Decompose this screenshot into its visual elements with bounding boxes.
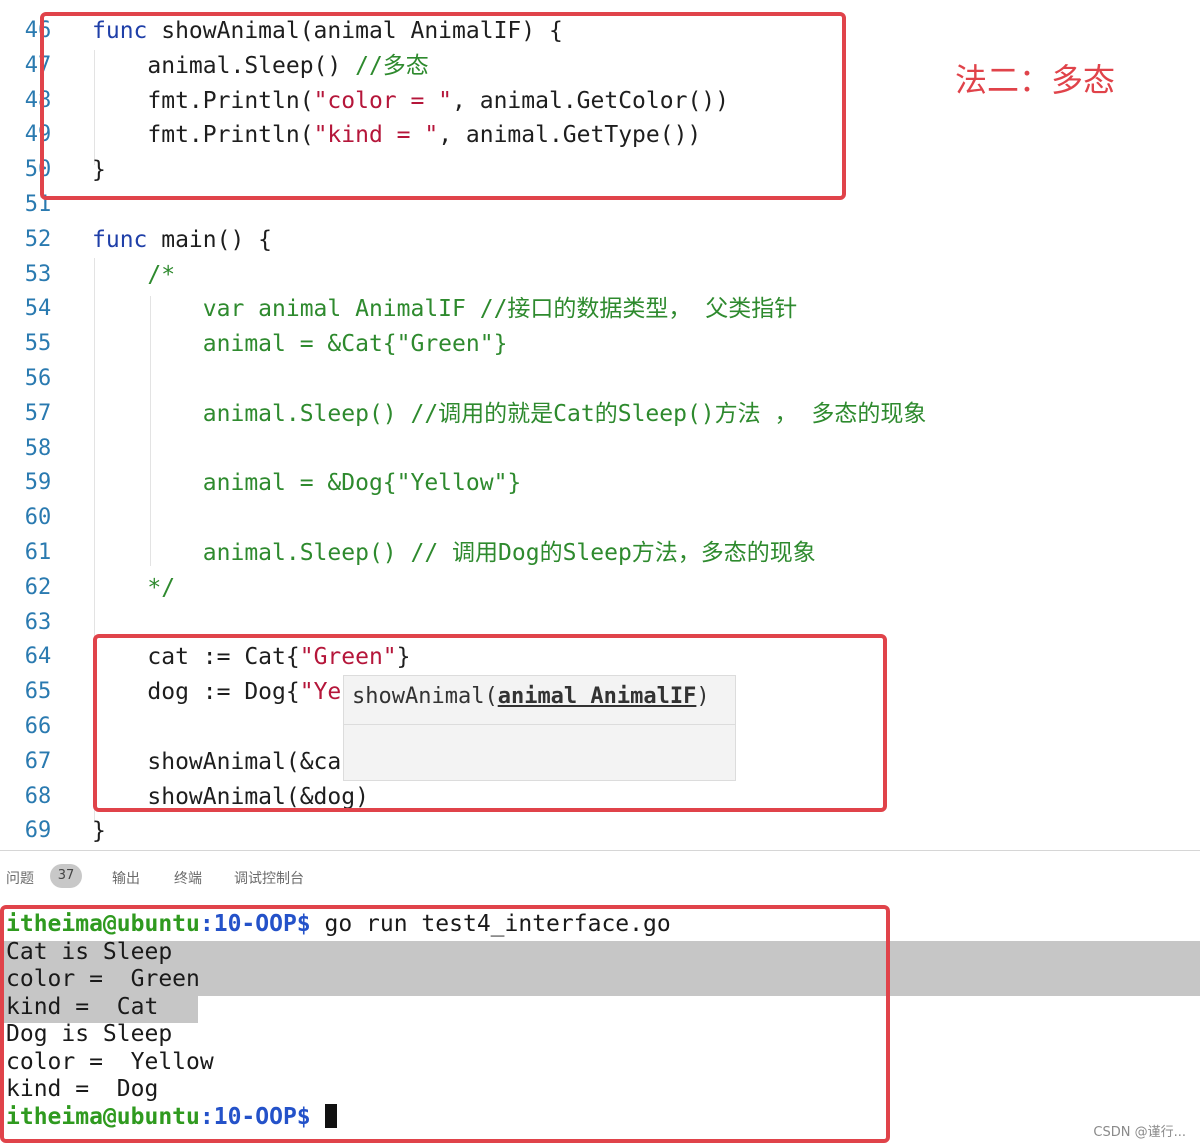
line-number: 54 bbox=[24, 296, 52, 322]
code-line: func main() { bbox=[92, 225, 272, 255]
line-number: 69 bbox=[24, 818, 52, 844]
line-number: 67 bbox=[24, 748, 52, 774]
code-token: main() { bbox=[147, 226, 273, 253]
line-number: 63 bbox=[24, 609, 52, 635]
line-number: 68 bbox=[24, 783, 52, 809]
code-token: animal = &Cat{"Green"} bbox=[92, 331, 508, 358]
code-token: animal.Sleep() //调用的就是Cat的Sleep()方法 ， 多态… bbox=[92, 400, 927, 427]
code-token: var animal AnimalIF //接口的数据类型， 父类指针 bbox=[92, 296, 798, 323]
highlight-box-terminal-output bbox=[0, 905, 890, 1143]
problems-count-badge: 37 bbox=[50, 864, 82, 888]
code-line: animal.Sleep() // 调用Dog的Sleep方法，多态的现象 bbox=[92, 538, 816, 568]
line-number: 64 bbox=[24, 644, 52, 670]
line-number: 61 bbox=[24, 540, 52, 565]
signature-text: showAnimal(animal AnimalIF) bbox=[352, 684, 710, 709]
signature-help-tooltip: showAnimal(animal AnimalIF) bbox=[343, 675, 736, 781]
panel-tabs: 问题 37 输出 终端 调试控制台 bbox=[0, 852, 1200, 902]
line-number: 53 bbox=[24, 261, 52, 287]
line-number: 60 bbox=[24, 505, 52, 531]
line-number: 59 bbox=[24, 470, 52, 496]
annotation-text: 法二：多态 bbox=[955, 61, 1116, 99]
terminal[interactable]: itheima@ubuntu:10-OOP$ go run test4_inte… bbox=[0, 905, 1200, 1146]
tab-output[interactable]: 输出 bbox=[112, 868, 140, 888]
code-line: */ bbox=[92, 573, 175, 603]
code-line: /* bbox=[92, 260, 175, 290]
code-editor[interactable]: 46 func showAnimal(animal AnimalIF) {47 a… bbox=[0, 0, 1200, 850]
code-token: /* bbox=[92, 261, 176, 288]
line-number: 55 bbox=[24, 331, 52, 357]
line-number: 56 bbox=[24, 366, 52, 391]
tab-debug-console[interactable]: 调试控制台 bbox=[234, 868, 304, 888]
line-number: 57 bbox=[24, 400, 52, 426]
code-token: } bbox=[92, 818, 106, 845]
code-token: func bbox=[92, 226, 148, 253]
code-line: animal.Sleep() //调用的就是Cat的Sleep()方法 ， 多态… bbox=[92, 399, 927, 429]
line-number: 58 bbox=[24, 435, 52, 461]
code-token: */ bbox=[92, 574, 176, 601]
code-line: animal = &Cat{"Green"} bbox=[92, 329, 508, 359]
line-number: 52 bbox=[24, 226, 52, 252]
code-line: animal = &Dog{"Yellow"} bbox=[92, 468, 522, 498]
panel-separator bbox=[0, 850, 1200, 851]
watermark: CSDN @谨行... bbox=[1093, 1125, 1186, 1140]
tooltip-divider bbox=[344, 724, 735, 725]
code-token: animal.Sleep() // 调用Dog的Sleep方法，多态的现象 bbox=[92, 540, 816, 566]
tab-terminal[interactable]: 终端 bbox=[174, 868, 202, 888]
tab-problems[interactable]: 问题 bbox=[6, 868, 34, 888]
line-number: 66 bbox=[24, 714, 52, 739]
line-number: 62 bbox=[24, 574, 52, 600]
line-number: 65 bbox=[24, 679, 52, 705]
highlight-box-showanimal-func bbox=[40, 12, 846, 200]
code-token: animal = &Dog{"Yellow"} bbox=[92, 470, 522, 497]
code-line: } bbox=[92, 816, 106, 846]
code-line: var animal AnimalIF //接口的数据类型， 父类指针 bbox=[92, 294, 798, 324]
